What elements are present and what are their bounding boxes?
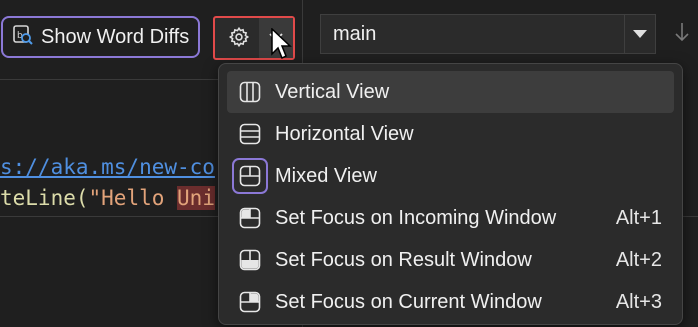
menu-item-shortcut: Alt+2 [615, 248, 662, 271]
menu-item-label: Set Focus on Current Window [275, 290, 542, 313]
mouse-pointer-icon [270, 27, 294, 65]
code-link-line[interactable]: s://aka.ms/new-co [0, 155, 215, 179]
arrow-down-icon [674, 22, 690, 47]
menu-item-shortcut: Alt+3 [615, 290, 662, 313]
focus-incoming-icon [229, 197, 271, 239]
menu-item-label: Set Focus on Incoming Window [275, 206, 557, 229]
menu-item-vertical-view[interactable]: Vertical View [227, 71, 674, 113]
word-diff-search-icon: b [11, 23, 35, 52]
menu-item-label: Mixed View [275, 164, 377, 187]
merge-editor-window: b Show Word Diffs s://aka.ms/new-co teLi… [0, 0, 698, 327]
code-string: "Hello [88, 186, 178, 210]
caret-down-icon [624, 15, 655, 53]
focus-current-icon [229, 281, 271, 323]
arrow-down-button[interactable] [669, 20, 695, 48]
mixed-view-icon [232, 158, 268, 194]
menu-item-focus-result[interactable]: Set Focus on Result Window Alt+2 [227, 239, 674, 281]
horizontal-view-icon [229, 113, 271, 155]
code-method: teLine( [0, 186, 89, 210]
menu-item-label: Vertical View [275, 80, 390, 103]
show-word-diffs-label: Show Word Diffs [41, 25, 190, 48]
vertical-view-icon [229, 71, 271, 113]
show-word-diffs-button[interactable]: b Show Word Diffs [1, 16, 200, 58]
code-diff-highlight: Uni [177, 186, 215, 210]
gear-icon [228, 26, 250, 53]
layout-options-menu: Vertical View Horizontal View Mixed View… [218, 63, 683, 325]
menu-item-mixed-view[interactable]: Mixed View [227, 155, 674, 197]
branch-select-value: main [333, 22, 377, 45]
code-writeline: teLine("Hello Uni [0, 186, 215, 210]
menu-item-label: Set Focus on Result Window [275, 248, 532, 271]
menu-item-label: Horizontal View [275, 122, 414, 145]
menu-item-focus-incoming[interactable]: Set Focus on Incoming Window Alt+1 [227, 197, 674, 239]
branch-select[interactable]: main [320, 14, 656, 54]
menu-item-shortcut: Alt+1 [615, 206, 662, 229]
menu-item-focus-current[interactable]: Set Focus on Current Window Alt+3 [227, 281, 674, 323]
settings-gear-button[interactable] [223, 24, 255, 54]
menu-item-horizontal-view[interactable]: Horizontal View [227, 113, 674, 155]
focus-result-icon [229, 239, 271, 281]
